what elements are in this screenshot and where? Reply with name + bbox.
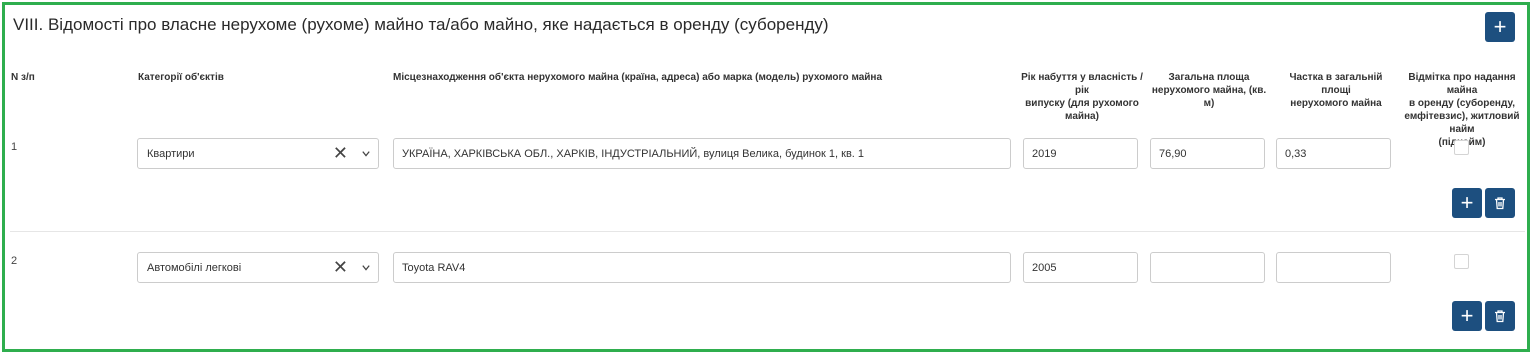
rent-checkbox[interactable] <box>1454 254 1469 269</box>
year-input[interactable]: 2019 <box>1023 138 1138 169</box>
category-value: Автомобілі легкові <box>147 262 242 274</box>
add-row-button[interactable]: + <box>1485 12 1515 42</box>
row-number: 1 <box>11 141 18 153</box>
close-icon[interactable]: ✕ <box>333 143 348 164</box>
header-category: Категорії об'єктів <box>138 72 224 83</box>
add-subrow-button[interactable]: + <box>1452 301 1482 331</box>
header-share: Частка в загальній площі нерухомого майна <box>1289 72 1383 109</box>
trash-icon <box>1495 310 1505 323</box>
category-value: Квартири <box>147 148 195 160</box>
share-input[interactable]: 0,33 <box>1276 138 1391 169</box>
category-select[interactable]: Автомобілі легкові ✕ <box>137 252 379 283</box>
trash-icon <box>1495 197 1505 210</box>
year-input[interactable]: 2005 <box>1023 252 1138 283</box>
share-input[interactable] <box>1276 252 1391 283</box>
delete-row-button[interactable] <box>1485 301 1515 331</box>
plus-icon: + <box>1493 14 1507 39</box>
category-select[interactable]: Квартири ✕ <box>137 138 379 169</box>
rent-checkbox[interactable] <box>1454 140 1469 155</box>
area-input[interactable] <box>1150 252 1265 283</box>
plus-icon: + <box>1460 190 1474 215</box>
location-input[interactable]: Toyota RAV4 <box>393 252 1011 283</box>
header-num: N з/п <box>11 72 35 83</box>
close-icon[interactable]: ✕ <box>333 257 348 278</box>
add-subrow-button[interactable]: + <box>1452 188 1482 218</box>
plus-icon: + <box>1460 303 1474 328</box>
header-rent: Відмітка про надання майна в оренду (субо… <box>1404 72 1520 148</box>
header-year: Рік набуття у власність / рік випуску (дл… <box>1021 72 1143 122</box>
chevron-down-icon[interactable] <box>362 264 370 272</box>
header-area: Загальна площа нерухомого майна, (кв. м) <box>1151 72 1267 109</box>
property-section: VIII. Відомості про власне нерухоме (рух… <box>2 2 1530 352</box>
location-input[interactable]: УКРАЇНА, ХАРКІВСЬКА ОБЛ., ХАРКІВ, ІНДУСТ… <box>393 138 1011 169</box>
chevron-down-icon[interactable] <box>362 150 370 158</box>
row-divider <box>10 231 1525 232</box>
area-input[interactable]: 76,90 <box>1150 138 1265 169</box>
delete-row-button[interactable] <box>1485 188 1515 218</box>
section-title: VIII. Відомості про власне нерухоме (рух… <box>13 15 829 34</box>
row-number: 2 <box>11 255 18 267</box>
header-location: Місцезнаходження об'єкта нерухомого майн… <box>393 72 883 83</box>
